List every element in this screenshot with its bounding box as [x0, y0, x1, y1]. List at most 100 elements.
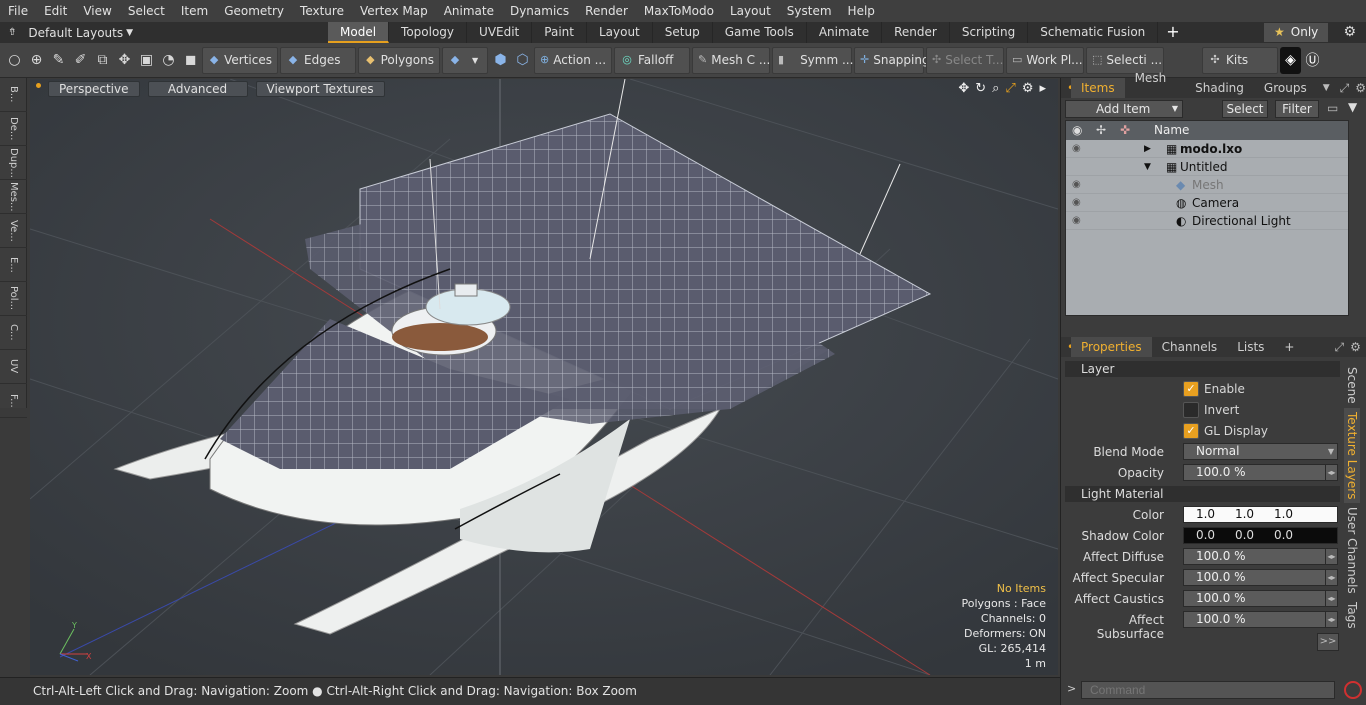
gl-display-checkbox[interactable]: ✓ [1183, 423, 1199, 439]
color-g[interactable]: 1.0 [1225, 507, 1264, 522]
move-icon[interactable]: ✥ [114, 47, 135, 74]
left-tab-mesh-edit[interactable]: Mes... [0, 180, 27, 214]
side-tab-scene[interactable]: Scene [1344, 363, 1360, 408]
maximize-icon[interactable]: ⤢ [1334, 340, 1344, 355]
menu-dynamics[interactable]: Dynamics [502, 0, 577, 22]
polygons-button[interactable]: ◆ Polygons [358, 46, 440, 74]
opacity-field[interactable]: 100.0 % ◂▸ [1183, 464, 1338, 481]
viewport-textures[interactable]: Viewport Textures [255, 81, 385, 97]
affect-diffuse-field[interactable]: 100.0 % ◂▸ [1183, 548, 1338, 565]
shadow-b[interactable]: 0.0 [1264, 528, 1303, 543]
tab-model[interactable]: Model [328, 22, 390, 43]
gear-icon[interactable]: ⚙ [1350, 340, 1361, 354]
material-mode-button[interactable]: ◆ ▼ [442, 46, 488, 74]
expand-icon[interactable]: ▶ [1144, 140, 1151, 158]
snapping-button[interactable]: ✛ Snapping [854, 46, 930, 74]
left-tab-uv[interactable]: UV [0, 350, 27, 384]
left-tab-vertex[interactable]: Ve... [0, 214, 27, 248]
filter-icon[interactable]: ▼ [1348, 100, 1357, 114]
list-options-icon[interactable]: ▭ [1327, 101, 1338, 115]
tab-scripting[interactable]: Scripting [950, 22, 1029, 43]
left-tab-fusion[interactable]: F... [0, 384, 27, 418]
gear-icon[interactable]: ⚙ [1343, 24, 1356, 40]
maximize-icon[interactable]: ⤢ [1340, 81, 1350, 96]
add-item-dropdown[interactable]: Add Item ▼ [1065, 100, 1183, 118]
affect-specular-field[interactable]: 100.0 % ◂▸ [1183, 569, 1338, 586]
tab-paint[interactable]: Paint [532, 22, 587, 43]
slider-arrows-icon[interactable]: ◂▸ [1325, 612, 1337, 627]
tab-lists[interactable]: Lists [1227, 337, 1274, 357]
gear-icon[interactable]: ⚙ [1022, 81, 1034, 96]
enable-checkbox[interactable]: ✓ [1183, 381, 1199, 397]
eye-icon[interactable]: ◉ [1072, 212, 1086, 230]
menu-geometry[interactable]: Geometry [216, 0, 292, 22]
menu-select[interactable]: Select [120, 0, 173, 22]
mesh-constraint-button[interactable]: ✎ Mesh C ... [692, 46, 770, 74]
menu-system[interactable]: System [779, 0, 840, 22]
rotate-icon[interactable]: ◔ [158, 47, 179, 74]
layers-icon[interactable]: ⧉ [92, 47, 113, 74]
tab-layout[interactable]: Layout [587, 22, 653, 43]
color-r[interactable]: 1.0 [1186, 507, 1225, 522]
shadow-color-field[interactable]: 0.0 0.0 0.0 [1183, 527, 1338, 544]
left-tab-edge[interactable]: E... [0, 248, 27, 282]
modo-logo-icon[interactable]: ◈ [1280, 46, 1301, 74]
shadow-r[interactable]: 0.0 [1186, 528, 1225, 543]
color-b[interactable]: 1.0 [1264, 507, 1303, 522]
left-tab-polygon[interactable]: Pol... [0, 282, 27, 316]
menu-render[interactable]: Render [577, 0, 636, 22]
select-button[interactable]: Select [1222, 100, 1268, 118]
kits-button[interactable]: ✣ Kits [1202, 46, 1278, 74]
menu-animate[interactable]: Animate [436, 0, 502, 22]
layer-section[interactable]: Layer [1065, 361, 1340, 377]
shield-icon[interactable]: ⬢ [490, 47, 511, 74]
pen-icon[interactable]: ✎ [48, 47, 69, 74]
menu-edit[interactable]: Edit [36, 0, 75, 22]
eye-icon[interactable]: ◉ [1072, 176, 1086, 194]
color-field[interactable]: 1.0 1.0 1.0 [1183, 506, 1338, 523]
falloff-button[interactable]: ◎ Falloff [614, 46, 690, 74]
side-tab-texture-layers[interactable]: Texture Layers [1344, 407, 1360, 504]
vertices-button[interactable]: ◆ Vertices [202, 46, 278, 74]
tab-groups[interactable]: Groups [1254, 78, 1317, 98]
tab-shading[interactable]: Shading [1185, 78, 1254, 98]
menu-help[interactable]: Help [840, 0, 883, 22]
list-item-directional-light[interactable]: ◉ ◐ Directional Light [1066, 212, 1348, 230]
cube-icon[interactable]: ◼ [180, 47, 201, 74]
tab-schematic-fusion[interactable]: Schematic Fusion [1028, 22, 1159, 43]
tab-animate[interactable]: Animate [807, 22, 883, 43]
invert-checkbox[interactable] [1183, 402, 1199, 418]
left-tab-duplicate[interactable]: Dup... [0, 146, 27, 180]
tab-game-tools[interactable]: Game Tools [713, 22, 807, 43]
view-mode-perspective[interactable]: Perspective [48, 81, 140, 97]
unreal-logo-icon[interactable]: Ⓤ [1302, 47, 1323, 74]
work-plane-button[interactable]: ▭ Work Pl... [1006, 46, 1084, 74]
edges-button[interactable]: ◆ Edges [280, 46, 356, 74]
select-through-button[interactable]: ✣ Select T... [926, 46, 1004, 74]
shadow-g[interactable]: 0.0 [1225, 528, 1264, 543]
list-item-untitled[interactable]: ▼ ▦ Untitled [1066, 158, 1348, 176]
shading-advanced[interactable]: Advanced [147, 81, 248, 97]
brush-icon[interactable]: ✐ [70, 47, 91, 74]
slider-arrows-icon[interactable]: ◂▸ [1325, 570, 1337, 585]
orbit-icon[interactable]: ↻ [975, 81, 986, 96]
action-center-button[interactable]: ⊕ Action ... [534, 46, 612, 74]
square-icon[interactable]: ▣ [136, 47, 157, 74]
tab-items[interactable]: Items [1071, 78, 1125, 98]
layouts-dropdown[interactable]: ⇮ Default Layouts ▼ [0, 22, 140, 43]
menu-layout[interactable]: Layout [722, 0, 779, 22]
chevron-down-icon[interactable]: ▼ [1323, 83, 1330, 93]
fit-icon[interactable]: ⤢ [1005, 81, 1015, 96]
add-tab-icon[interactable]: + [1158, 22, 1187, 43]
side-tab-user-channels[interactable]: User Channels [1344, 503, 1360, 598]
left-tab-curve[interactable]: C... [0, 316, 27, 350]
globe-icon[interactable]: ⊕ [26, 47, 47, 74]
tab-render[interactable]: Render [882, 22, 950, 43]
only-toggle[interactable]: ★ Only [1264, 23, 1328, 42]
3d-viewport[interactable]: Y X Perspective Advanced Viewport Textur… [30, 79, 1058, 675]
menu-vertex-map[interactable]: Vertex Map [352, 0, 436, 22]
tab-topology[interactable]: Topology [389, 22, 468, 43]
expand-panel-button[interactable]: >> [1317, 633, 1339, 651]
shield-alt-icon[interactable]: ⬡ [512, 47, 533, 74]
menu-item[interactable]: Item [173, 0, 216, 22]
